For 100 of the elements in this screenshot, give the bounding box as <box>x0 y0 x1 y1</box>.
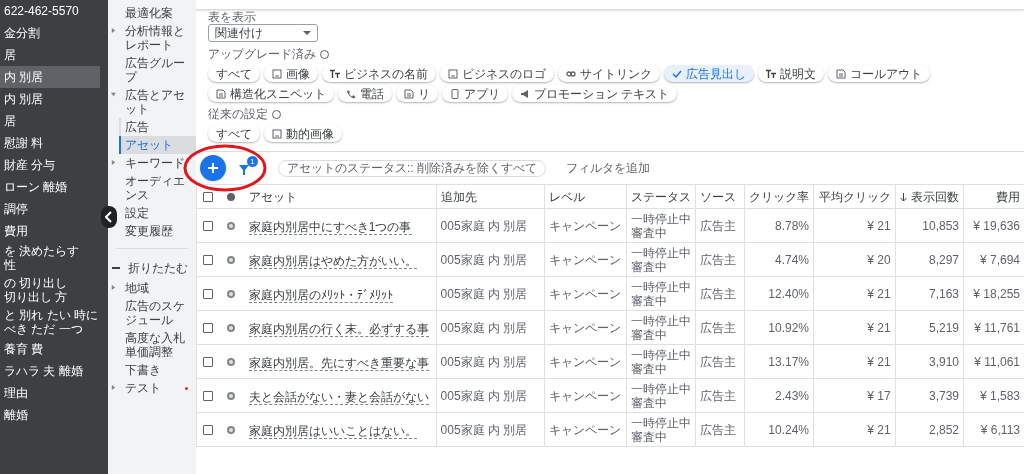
chevron-left-icon <box>105 211 113 223</box>
status-text: 一時停止中 審査中 <box>630 279 692 308</box>
campaign-name: 理由 <box>4 386 29 400</box>
table-cell: 3,910 <box>895 344 964 379</box>
filter-chip[interactable]: コールアウト <box>828 65 930 82</box>
column-header[interactable]: ソース <box>695 184 745 209</box>
table-cell: ¥ 21 <box>813 344 896 379</box>
row-checkbox[interactable] <box>203 322 213 333</box>
select-all-checkbox[interactable] <box>203 191 213 202</box>
filter-chip[interactable]: すべて <box>208 65 260 82</box>
campaign-item[interactable]: を 決めたらす 性 <box>0 242 100 274</box>
campaign-item[interactable]: と 別れ たい 時に べき ただ 一つ <box>0 306 100 338</box>
asset-link[interactable]: 家庭内別居の行く末。必ずする事 <box>248 321 429 337</box>
asset-link[interactable]: 家庭内別居。先にすべき重要な事 <box>248 355 429 371</box>
collapse-button[interactable] <box>101 206 117 228</box>
filter-chip[interactable]: ビジネスのロゴ <box>440 65 554 82</box>
column-header[interactable]: 費用 <box>963 184 1024 209</box>
filter-chip[interactable]: 画像 <box>264 65 318 82</box>
add-filter-link[interactable]: フィルタを追加 <box>566 159 650 177</box>
asset-link[interactable]: 夫と会話がない・妻と会話がない <box>248 389 429 405</box>
column-header[interactable]: ステータス <box>626 184 696 209</box>
nav-item[interactable]: 高度な入札単価調整 <box>119 329 196 361</box>
nav-item[interactable]: 広告のスケジュール <box>119 297 196 329</box>
table-cell: 10.24% <box>744 412 814 447</box>
table-cell: 10,853 <box>895 208 964 243</box>
filter-chip[interactable]: ビジネスの名前 <box>322 65 436 82</box>
table-cell: 12.40% <box>744 276 814 311</box>
nav-item[interactable]: 広告とアセット <box>119 86 196 118</box>
nav-item[interactable]: テスト <box>119 379 185 397</box>
campaign-item[interactable]: 居 <box>0 110 100 132</box>
nav-item[interactable]: 分析情報とレポート <box>119 22 196 54</box>
column-header[interactable]: アセット <box>244 184 437 209</box>
nav-item[interactable]: 地域 <box>119 279 196 297</box>
row-checkbox[interactable] <box>203 288 213 299</box>
campaign-item[interactable]: の 切り出し 切り出し 方 <box>0 274 100 306</box>
campaign-name: べき ただ 一つ <box>4 322 84 336</box>
nav-item[interactable]: 設定 <box>119 204 196 222</box>
asset-link[interactable]: 家庭内別居中にすべき1つの事 <box>248 219 412 235</box>
table-cell: 2.43% <box>744 378 814 413</box>
filter-chip[interactable]: 電話 <box>338 85 392 102</box>
column-header[interactable]: レベル <box>544 184 627 209</box>
table-cell: 2,852 <box>895 412 964 447</box>
column-header[interactable]: 追加先 <box>436 184 545 209</box>
status-text: 一時停止中 審査中 <box>630 415 692 444</box>
campaign-item[interactable]: 金分割 <box>0 22 100 44</box>
nav-item[interactable]: 広告グループ <box>119 54 196 86</box>
campaign-item[interactable]: ローン 離婚 <box>0 176 100 198</box>
filter-chip[interactable]: 説明文 <box>758 65 824 82</box>
status-text: 一時停止中 審査中 <box>630 381 692 410</box>
filter-chip[interactable]: 広告見出し <box>664 65 754 82</box>
table-cell: 7,163 <box>895 276 964 311</box>
column-header[interactable]: クリック率 <box>744 184 814 209</box>
campaign-item[interactable]: 居 <box>0 44 100 66</box>
filter-chip[interactable]: サイトリンク <box>558 65 660 82</box>
document-icon <box>836 68 846 79</box>
nav-item[interactable]: 変更履歴 <box>119 222 196 240</box>
link-icon <box>566 68 576 79</box>
filter-chip[interactable]: すべて <box>208 125 260 142</box>
campaign-item[interactable]: 内 別居 <box>0 88 100 110</box>
nav-item[interactable]: 最適化案 <box>119 4 196 22</box>
nav-item[interactable]: オーディエンス <box>119 172 196 204</box>
campaign-item[interactable]: 費用 <box>0 220 100 242</box>
asset-link[interactable]: 家庭内別居はいいことはない。 <box>248 423 417 439</box>
collapse-link[interactable]: 折りたたむ <box>128 261 188 275</box>
column-header[interactable]: 平均クリック <box>813 184 896 209</box>
status-text: 一時停止中 審査中 <box>630 313 692 342</box>
asset-link[interactable]: 家庭内別居はやめた方がいい。 <box>248 253 417 269</box>
campaign-name: ラハラ 夫 離婚 <box>4 364 84 378</box>
campaign-item[interactable]: ラハラ 夫 離婚 <box>0 360 100 382</box>
row-checkbox[interactable] <box>203 254 213 265</box>
campaign-item[interactable]: 財産 分与 <box>0 154 100 176</box>
image-icon <box>448 68 458 79</box>
filter-icon[interactable] <box>238 164 250 176</box>
row-checkbox[interactable] <box>203 390 213 401</box>
table-cell: 4.74% <box>744 242 814 277</box>
nav-item[interactable]: キーワード <box>119 154 196 172</box>
column-header[interactable]: 表示回数 <box>895 184 964 209</box>
campaign-item[interactable]: 離婚 <box>0 404 100 426</box>
campaign-item[interactable]: 養育 費 <box>0 338 100 360</box>
filter-chip[interactable]: プロモーション テキスト <box>512 85 678 102</box>
filter-chip[interactable]: アプリ <box>442 85 508 102</box>
campaign-item[interactable]: 調停 <box>0 198 100 220</box>
filter-chip[interactable]: 動的画像 <box>264 125 342 142</box>
campaign-item[interactable]: 622-462-5570 <box>0 0 100 22</box>
campaign-item[interactable]: 慰謝 料 <box>0 132 100 154</box>
nav-item[interactable]: 下書き <box>119 361 196 379</box>
phone-device-icon <box>450 88 460 99</box>
filter-chip[interactable]: 構造化スニペット <box>208 85 334 102</box>
table-cell: ¥ 21 <box>813 208 896 243</box>
row-checkbox[interactable] <box>203 220 213 231</box>
campaign-item[interactable]: 理由 <box>0 382 100 404</box>
row-checkbox[interactable] <box>203 356 213 367</box>
table-cell: キャンペーン <box>544 208 627 243</box>
asset-link[interactable]: 家庭内別居のﾒﾘｯﾄ・ﾃﾞﾒﾘｯﾄ <box>248 287 393 303</box>
image-icon <box>272 68 282 79</box>
row-checkbox[interactable] <box>203 424 213 435</box>
view-dropdown[interactable]: 関連付け <box>208 24 318 42</box>
add-button[interactable] <box>200 155 226 181</box>
campaign-item[interactable]: 内 別居 <box>0 66 100 88</box>
filter-chip[interactable]: リ <box>396 85 438 102</box>
